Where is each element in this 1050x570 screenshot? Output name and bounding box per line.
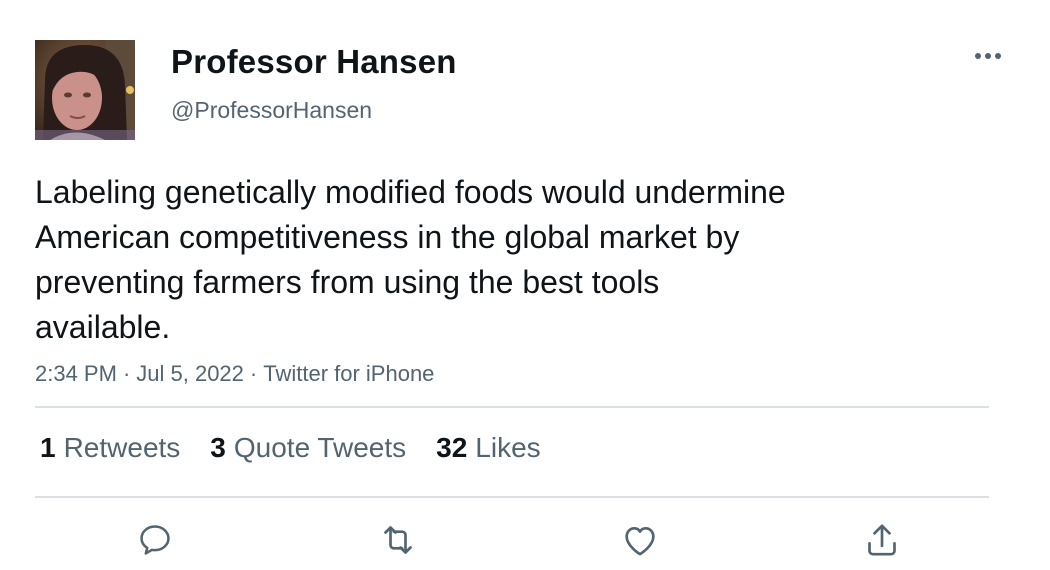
author-handle[interactable]: @ProfessorHansen bbox=[171, 97, 372, 124]
avatar[interactable] bbox=[35, 40, 135, 140]
likes-count: 32 bbox=[436, 432, 468, 463]
meta-separator: · bbox=[249, 361, 258, 386]
tweet-metadata: 2:34 PM · Jul 5, 2022 · Twitter for iPhone bbox=[35, 361, 434, 387]
avatar-photo bbox=[35, 40, 135, 140]
retweets-count: 1 bbox=[40, 432, 56, 463]
reply-icon bbox=[140, 525, 170, 555]
meta-separator: · bbox=[122, 361, 131, 386]
retweet-button[interactable] bbox=[376, 518, 420, 562]
tweet-text-line: American competitiveness in the global m… bbox=[35, 219, 740, 255]
tweet-text: Labeling genetically modified foods woul… bbox=[35, 170, 915, 350]
retweet-icon bbox=[384, 526, 412, 554]
tweet-date[interactable]: Jul 5, 2022 bbox=[136, 361, 244, 386]
share-button[interactable] bbox=[860, 518, 904, 562]
author-display-name[interactable]: Professor Hansen bbox=[171, 43, 457, 81]
divider bbox=[35, 406, 989, 408]
tweet-source[interactable]: Twitter for iPhone bbox=[263, 361, 434, 386]
likes-label: Likes bbox=[475, 432, 541, 463]
share-icon bbox=[868, 524, 896, 556]
quote-tweets-count: 3 bbox=[210, 432, 226, 463]
tweet-time[interactable]: 2:34 PM bbox=[35, 361, 117, 386]
more-dots-icon bbox=[975, 53, 1001, 59]
engagement-stats: 1 Retweets 3 Quote Tweets 32 Likes bbox=[40, 432, 541, 464]
heart-icon bbox=[625, 527, 655, 556]
tweet-text-line: available. bbox=[35, 309, 171, 345]
retweets-label: Retweets bbox=[63, 432, 181, 463]
divider bbox=[35, 496, 989, 498]
tweet-text-line: preventing farmers from using the best t… bbox=[35, 264, 660, 300]
more-options-button[interactable] bbox=[968, 40, 1008, 72]
quote-tweets-label: Quote Tweets bbox=[233, 432, 407, 463]
quote-tweets-stat[interactable]: 3 Quote Tweets bbox=[210, 432, 406, 464]
tweet-text-line: Labeling genetically modified foods woul… bbox=[35, 174, 786, 210]
likes-stat[interactable]: 32 Likes bbox=[436, 432, 541, 464]
reply-button[interactable] bbox=[133, 518, 177, 562]
retweets-stat[interactable]: 1 Retweets bbox=[40, 432, 180, 464]
like-button[interactable] bbox=[618, 518, 662, 562]
